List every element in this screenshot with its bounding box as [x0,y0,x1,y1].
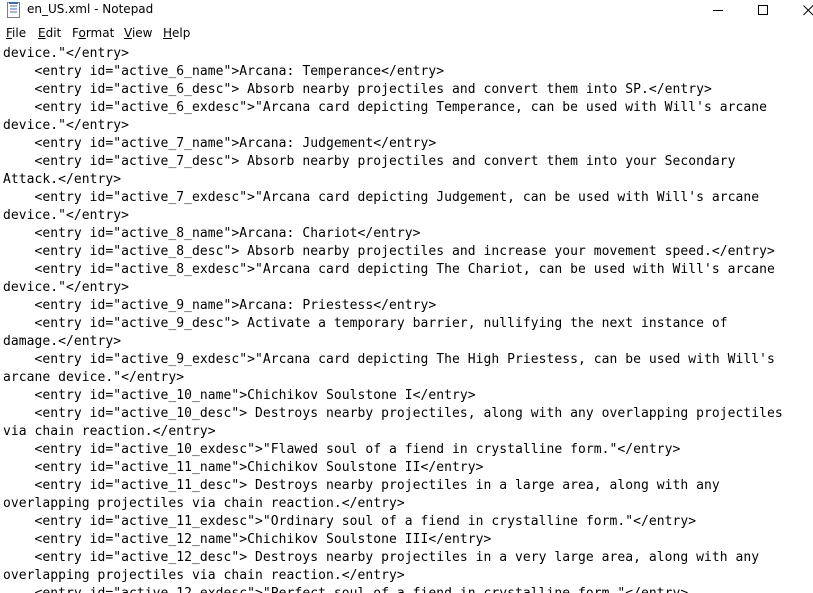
menu-format[interactable]: Format [72,26,114,40]
text-line: overlapping projectiles via chain reacti… [3,568,405,583]
minimize-button[interactable] [696,0,740,20]
maximize-icon [757,4,768,15]
maximize-button[interactable] [741,0,785,20]
title-bar: en_US.xml - Notepad [0,0,813,22]
menu-help-rest: elp [172,26,191,40]
text-line: <entry id="active_12_name">Chichikov Sou… [3,532,492,547]
text-line: <entry id="active_8_exdesc">"Arcana card… [3,262,775,277]
menu-view-rest: iew [131,26,153,40]
menu-format-rest: rmat [85,26,115,40]
text-line: device."</entry> [3,118,130,133]
text-line: <entry id="active_11_exdesc">"Ordinary s… [3,514,697,529]
menu-help-accel: H [163,26,173,40]
text-line: <entry id="active_11_name">Chichikov Sou… [3,460,484,475]
text-line: <entry id="active_6_exdesc">"Arcana card… [3,100,768,115]
text-line: <entry id="active_12_exdesc">"Perfect so… [3,585,689,593]
text-line: <entry id="active_9_exdesc">"Arcana card… [3,352,775,367]
text-line: arcane device."</entry> [3,370,185,385]
text-line: <entry id="active_6_name">Arcana: Temper… [3,64,445,79]
text-line: <entry id="active_12_desc"> Destroys nea… [3,550,760,565]
text-line: <entry id="active_9_name">Arcana: Priest… [3,298,437,313]
menu-format-accel: o [78,26,86,40]
window-title: en_US.xml - Notepad [27,2,154,16]
text-line: <entry id="active_10_name">Chichikov Sou… [3,388,476,403]
menu-edit-accel: E [38,26,46,40]
text-line: <entry id="active_8_name">Arcana: Chario… [3,226,421,241]
text-editor[interactable]: device."</entry> <entry id="active_6_nam… [0,44,813,593]
menu-view[interactable]: View [124,26,152,40]
text-line: <entry id="active_10_exdesc">"Flawed sou… [3,442,681,457]
text-line: device."</entry> [3,46,130,61]
text-line: <entry id="active_6_desc"> Absorb nearby… [3,82,712,97]
text-line: device."</entry> [3,208,130,223]
text-line: <entry id="active_7_desc"> Absorb nearby… [3,154,736,169]
menu-help[interactable]: Help [163,26,190,40]
text-line: via chain reaction.</entry> [3,424,216,439]
text-line: Attack.</entry> [3,172,122,187]
menu-file-rest: ile [12,26,27,40]
text-line: <entry id="active_8_desc"> Absorb nearby… [3,244,775,259]
menu-edit-rest: dit [45,26,62,40]
text-line: <entry id="active_9_desc"> Activate a te… [3,316,728,331]
text-line: damage.</entry> [3,334,122,349]
text-line: <entry id="active_7_name">Arcana: Judgem… [3,136,437,151]
text-line: <entry id="active_11_desc"> Destroys nea… [3,478,720,493]
menu-edit[interactable]: Edit [38,26,61,40]
text-line: device."</entry> [3,280,130,295]
text-line: <entry id="active_7_exdesc">"Arcana card… [3,190,760,205]
text-line: <entry id="active_10_desc"> Destroys nea… [3,406,783,421]
close-button[interactable] [786,0,813,20]
minimize-icon [712,9,723,11]
text-line: overlapping projectiles via chain reacti… [3,496,405,511]
close-icon [802,4,813,15]
menu-view-accel: V [124,26,132,40]
notepad-icon [7,2,20,18]
menu-bar: File Edit Format View Help [0,24,813,44]
menu-file[interactable]: File [6,26,26,40]
